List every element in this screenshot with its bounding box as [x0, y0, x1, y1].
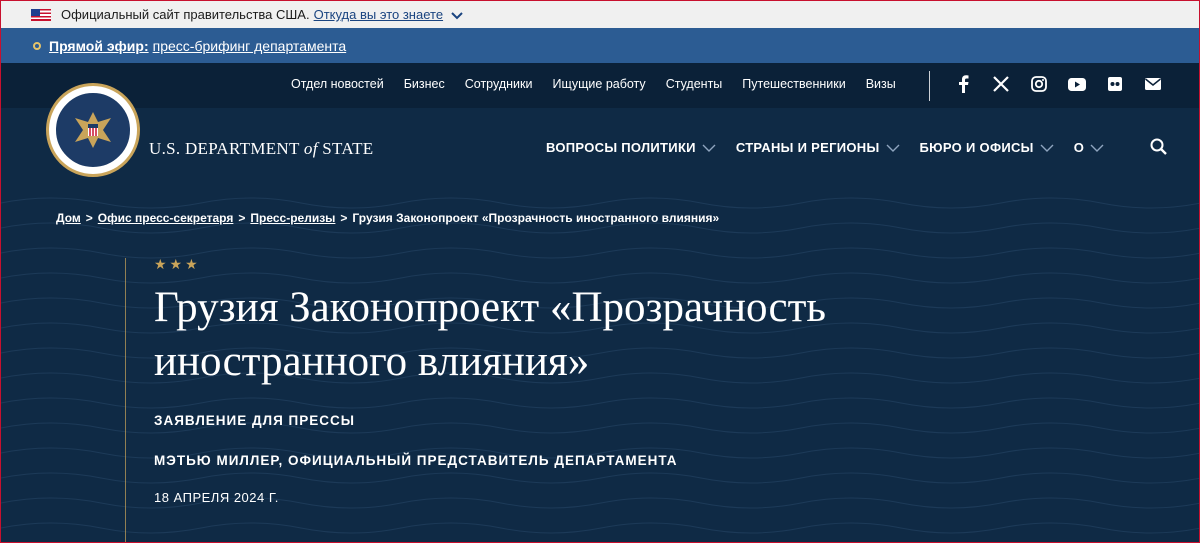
chevron-down-icon[interactable]: [449, 7, 465, 23]
eagle-icon: [75, 112, 111, 148]
seal-eagle-emblem: [54, 91, 132, 169]
util-nav-business[interactable]: Бизнес: [404, 77, 445, 91]
gov-banner: Официальный сайт правительства США. Отку…: [0, 0, 1200, 28]
article-byline: МЭТЬЮ МИЛЛЕР, ОФИЦИАЛЬНЫЙ ПРЕДСТАВИТЕЛЬ …: [154, 453, 678, 468]
gold-divider-line: [125, 258, 126, 542]
article-hero: Дом > Офис пресс-секретаря > Пресс-релиз…: [0, 183, 1200, 543]
nav-about[interactable]: О: [1074, 140, 1104, 155]
state-department-seal-logo[interactable]: [46, 83, 140, 177]
us-flag-icon: [31, 8, 51, 21]
live-label[interactable]: Прямой эфир:: [49, 38, 149, 54]
flickr-icon[interactable]: [1106, 75, 1124, 93]
article-type: ЗАЯВЛЕНИЕ ДЛЯ ПРЕССЫ: [154, 413, 355, 428]
breadcrumb-press-office[interactable]: Офис пресс-секретаря: [98, 211, 234, 225]
nav-countries-regions[interactable]: СТРАНЫ И РЕГИОНЫ: [736, 140, 900, 155]
util-nav-newsroom[interactable]: Отдел новостей: [291, 77, 384, 91]
live-banner: Прямой эфир: пресс-брифинг департамента: [0, 28, 1200, 63]
wordmark-of: of: [303, 139, 318, 158]
search-icon[interactable]: [1149, 137, 1169, 157]
nav-bureaus-offices-label: БЮРО И ОФИСЫ: [919, 140, 1034, 155]
nav-policy-issues[interactable]: ВОПРОСЫ ПОЛИТИКИ: [546, 140, 716, 155]
page-title: Грузия Законопроект «Прозрачность иностр…: [154, 284, 827, 385]
article-date: 18 АПРЕЛЯ 2024 Г.: [154, 490, 279, 505]
wordmark-part-1: U.S. DEPARTMENT: [149, 139, 304, 158]
breadcrumb-current: Грузия Законопроект «Прозрачность иностр…: [352, 211, 720, 225]
main-nav: ВОПРОСЫ ПОЛИТИКИ СТРАНЫ И РЕГИОНЫ БЮРО И…: [546, 140, 1104, 155]
gov-banner-link[interactable]: Откуда вы это знаете: [314, 7, 443, 22]
util-nav-visas[interactable]: Визы: [866, 77, 896, 91]
x-icon[interactable]: [992, 75, 1010, 93]
youtube-icon[interactable]: [1068, 75, 1086, 93]
facebook-icon[interactable]: [954, 75, 972, 93]
util-nav-students[interactable]: Студенты: [666, 77, 723, 91]
instagram-icon[interactable]: [1030, 75, 1048, 93]
stars-ornament: ★★★: [154, 256, 201, 272]
util-nav-travelers[interactable]: Путешественники: [742, 77, 845, 91]
social-links: [954, 75, 1162, 93]
chevron-down-icon: [1040, 144, 1054, 152]
live-indicator-icon: [33, 41, 41, 50]
util-nav-employees[interactable]: Сотрудники: [465, 77, 533, 91]
gov-banner-text: Официальный сайт правительства США.: [61, 7, 310, 22]
breadcrumb-separator: >: [238, 211, 246, 225]
chevron-down-icon: [702, 144, 716, 152]
breadcrumb-press-releases[interactable]: Пресс-релизы: [250, 211, 335, 225]
live-briefing-link[interactable]: пресс-брифинг департамента: [153, 38, 347, 54]
nav-policy-issues-label: ВОПРОСЫ ПОЛИТИКИ: [546, 140, 696, 155]
email-icon[interactable]: [1144, 75, 1162, 93]
site-header: U.S. DEPARTMENT of STATE Отдел новостей …: [0, 63, 1200, 183]
nav-bureaus-offices[interactable]: БЮРО И ОФИСЫ: [920, 140, 1054, 155]
nav-divider: [929, 71, 930, 101]
wordmark-part-2: STATE: [317, 139, 374, 158]
utility-nav: Отдел новостей Бизнес Сотрудники Ищущие …: [291, 77, 896, 91]
util-nav-job-seekers[interactable]: Ищущие работу: [552, 77, 645, 91]
breadcrumb-home[interactable]: Дом: [56, 211, 81, 225]
breadcrumb: Дом > Офис пресс-секретаря > Пресс-релиз…: [56, 211, 719, 225]
breadcrumb-separator: >: [340, 211, 348, 225]
breadcrumb-separator: >: [85, 211, 93, 225]
nav-countries-regions-label: СТРАНЫ И РЕГИОНЫ: [735, 140, 880, 155]
site-wordmark[interactable]: U.S. DEPARTMENT of STATE: [149, 139, 373, 159]
chevron-down-icon: [1090, 144, 1104, 152]
nav-about-label: О: [1073, 140, 1085, 155]
chevron-down-icon: [886, 144, 900, 152]
